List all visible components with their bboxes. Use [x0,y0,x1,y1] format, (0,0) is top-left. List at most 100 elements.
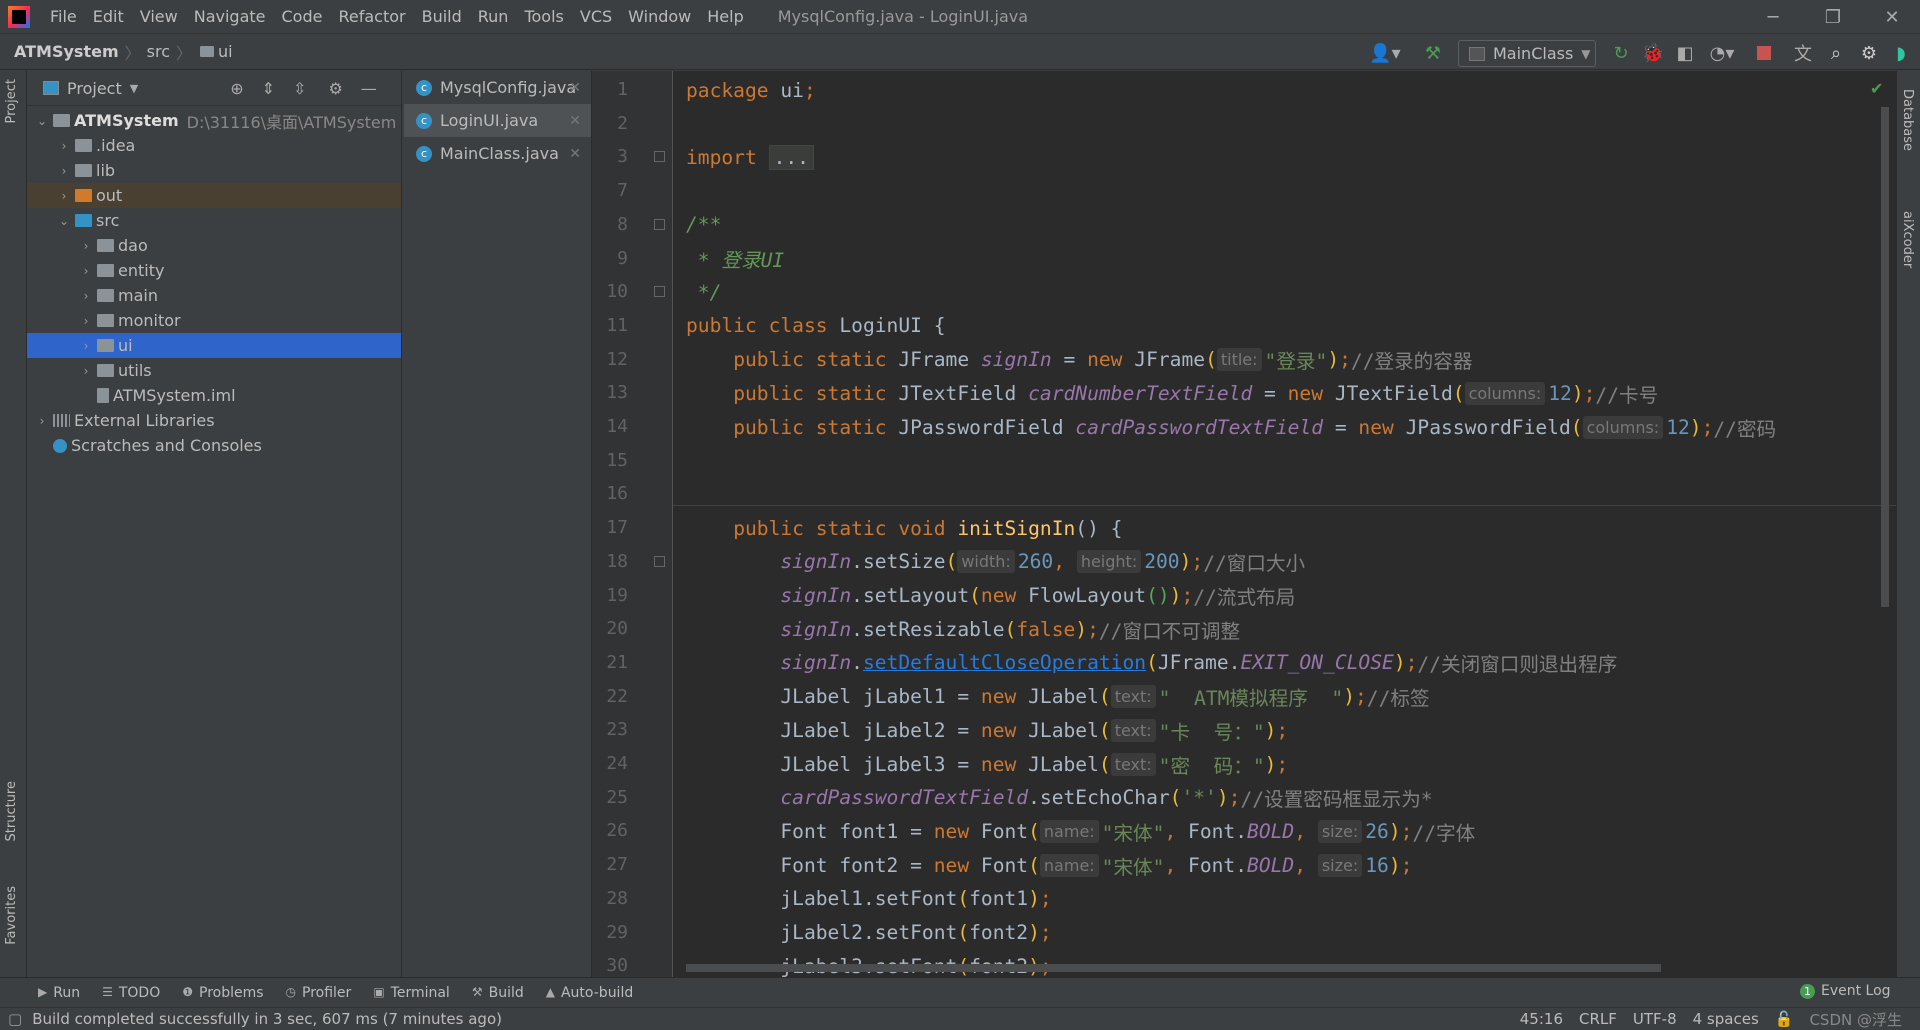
menu-code[interactable]: Code [274,7,331,26]
gear-icon[interactable]: ⚙ [1856,40,1882,66]
chevron-right-icon[interactable]: › [77,314,95,328]
tree-item-entity[interactable]: › entity [27,258,401,283]
close-tab-icon[interactable]: ✕ [569,146,581,162]
minimize-button[interactable]: ─ [1745,0,1801,34]
tab-mainclass-java[interactable]: c MainClass.java ✕ [404,137,591,170]
tree-item-out[interactable]: › out [27,183,401,208]
coverage-icon[interactable]: ◧ [1672,40,1698,66]
translate-icon[interactable]: 文 [1790,40,1816,66]
breadcrumb-src[interactable]: src [147,42,170,61]
menu-window[interactable]: Window [620,7,699,26]
tree-item-scratches-and-consoles[interactable]: Scratches and Consoles [27,433,401,458]
menu-build[interactable]: Build [414,7,470,26]
gear-icon[interactable]: ⚙ [328,79,342,98]
breadcrumb-project[interactable]: ATMSystem [14,42,119,61]
tree-item-external-libraries[interactable]: › External Libraries [27,408,401,433]
horizontal-scrollbar[interactable] [686,964,1661,972]
breadcrumb-ui[interactable]: ui [218,42,233,61]
status-message[interactable]: Build completed successfully in 3 sec, 6… [32,1010,502,1028]
tree-item--idea[interactable]: › .idea [27,133,401,158]
tree-item-lib[interactable]: › lib [27,158,401,183]
tree-item-main[interactable]: › main [27,283,401,308]
tool-terminal[interactable]: ▣ Terminal [373,985,450,1001]
vertical-scrollbar[interactable] [1881,107,1889,607]
menu-edit[interactable]: Edit [85,7,132,26]
build-hammer-icon[interactable]: ⚒ [1420,40,1446,66]
hide-panel-icon[interactable]: — [361,79,377,98]
menu-bar: File Edit View Navigate Code Refactor Build Run… [0,0,1920,34]
chevron-right-icon[interactable]: › [77,364,95,378]
token-link[interactable]: setDefaultCloseOperation [863,651,1146,674]
close-window-button[interactable]: ✕ [1864,0,1920,34]
aixcoder-tool-tab[interactable]: aiXcoder [1900,211,1915,268]
rerun-icon[interactable]: ↻ [1608,40,1634,66]
tree-item-utils[interactable]: › utils [27,358,401,383]
tab-loginui-java[interactable]: c LoginUI.java ✕ [404,104,591,137]
menu-vcs[interactable]: VCS [572,7,620,26]
structure-tool-tab[interactable]: Structure [4,781,19,841]
tree-item-ui[interactable]: › ui [27,333,401,358]
locate-icon[interactable]: ⊕ [230,79,243,98]
close-tab-icon[interactable]: ✕ [569,80,581,96]
vcs-user-icon[interactable]: 👤▾ [1368,40,1402,66]
tree-item-dao[interactable]: › dao [27,233,401,258]
chevron-down-icon[interactable]: ⌄ [55,214,73,228]
token-fold[interactable]: ... [768,144,814,170]
tool-auto-build[interactable]: ▲ Auto-build [546,985,633,1001]
favorites-tool-tab[interactable]: Favorites [4,886,19,945]
chevron-right-icon[interactable]: › [55,164,73,178]
chevron-right-icon[interactable]: › [55,189,73,203]
chevron-right-icon[interactable]: › [33,414,51,428]
close-tab-icon[interactable]: ✕ [569,113,581,129]
tab-mysqlconfig-java[interactable]: c MysqlConfig.java ✕ [404,71,591,104]
search-icon[interactable]: ⌕ [1823,40,1849,66]
chevron-right-icon[interactable]: › [55,139,73,153]
chevron-down-icon[interactable]: ⌄ [33,114,51,128]
menu-refactor[interactable]: Refactor [330,7,413,26]
chevron-right-icon[interactable]: › [77,289,95,303]
profile-icon[interactable]: ◔▾ [1702,40,1742,66]
database-tool-tab[interactable]: Database [1900,89,1915,151]
fold-marker-icon[interactable] [654,151,665,163]
tool-problems[interactable]: ❶ Problems [182,985,263,1001]
expand-all-icon[interactable]: ⇕ [262,79,275,98]
fold-marker-icon[interactable] [654,218,665,230]
caret-position[interactable]: 45:16 [1520,1010,1563,1028]
menu-tools[interactable]: Tools [516,7,571,26]
tree-item-monitor[interactable]: › monitor [27,308,401,333]
tree-item-atmsystem-iml[interactable]: ATMSystem.iml [27,383,401,408]
menu-view[interactable]: View [132,7,186,26]
chevron-down-icon[interactable]: ▼ [130,82,138,95]
lock-icon[interactable]: 🔓 [1775,1010,1794,1028]
stop-icon[interactable] [1752,40,1776,66]
tool-todo[interactable]: ☰ TODO [102,985,160,1001]
collapse-all-icon[interactable]: ⇳ [293,79,306,98]
event-log-button[interactable]: 1 Event Log [1800,983,1891,999]
toggle-tool-windows-icon[interactable]: ▢ [8,1010,22,1028]
line-separator[interactable]: CRLF [1579,1010,1617,1028]
token-txt: JPasswordField [1405,415,1571,439]
debug-icon[interactable]: 🐞 [1640,40,1666,66]
menu-help[interactable]: Help [699,7,751,26]
menu-file[interactable]: File [42,7,85,26]
restore-button[interactable]: ❐ [1805,0,1861,34]
tool-run[interactable]: ▶ Run [38,985,80,1001]
file-encoding[interactable]: UTF-8 [1633,1010,1677,1028]
chevron-right-icon[interactable]: › [77,264,95,278]
project-view-select[interactable]: Project [67,79,122,98]
tool-profiler[interactable]: ◷ Profiler [286,985,352,1001]
plugin-logo-icon[interactable]: ◗ [1888,40,1914,66]
chevron-right-icon[interactable]: › [77,239,95,253]
tree-item-atmsystem[interactable]: ⌄ ATMSystem D:\31116\桌面\ATMSystem [27,108,401,133]
tool-build[interactable]: ⚒ Build [472,985,524,1001]
tree-item-src[interactable]: ⌄ src [27,208,401,233]
indent-setting[interactable]: 4 spaces [1693,1010,1759,1028]
code-editor[interactable]: jLabel3.setFont(font2); jLabel2.setFont(… [673,71,1896,977]
menu-navigate[interactable]: Navigate [186,7,274,26]
menu-run[interactable]: Run [470,7,517,26]
run-config-select[interactable]: MainClass ▼ [1458,40,1596,67]
fold-marker-icon[interactable] [654,286,665,298]
chevron-right-icon[interactable]: › [77,339,95,353]
project-tool-tab[interactable]: Project [4,79,19,123]
fold-marker-icon[interactable] [654,555,665,567]
